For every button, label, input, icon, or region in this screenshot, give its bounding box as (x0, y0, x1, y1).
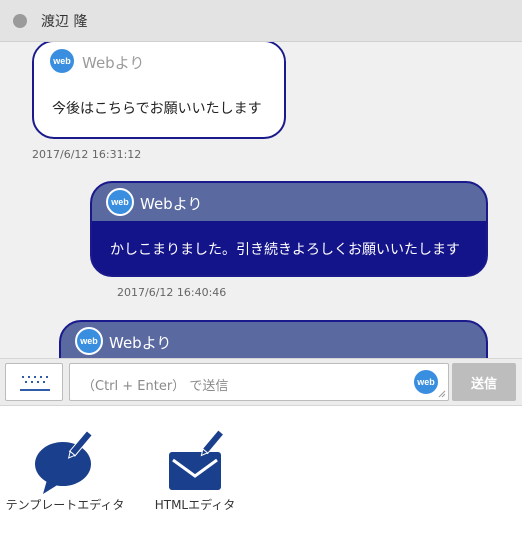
chat-header: 渡辺 隆 (0, 0, 522, 42)
web-icon: web (48, 47, 76, 75)
message-channel: Webより (109, 334, 172, 352)
message-text: かしこまりました。引き続きよろしくお願いいたします (110, 241, 460, 258)
composer-bar: （Ctrl + Enter） で送信 web 送信 (0, 358, 522, 406)
web-icon: web (106, 188, 134, 216)
contact-name: 渡辺 隆 (41, 14, 88, 30)
message-timestamp: 2017/6/12 16:40:46 (117, 286, 227, 299)
message-header: web Webより (92, 183, 486, 221)
web-icon: web (75, 327, 103, 355)
message-channel: Webより (140, 195, 203, 213)
status-dot (13, 14, 27, 28)
message-input-placeholder: （Ctrl + Enter） で送信 (82, 379, 229, 394)
message-header: web Webより (34, 42, 284, 80)
keyboard-icon (22, 376, 48, 384)
message-input[interactable]: （Ctrl + Enter） で送信 web (69, 363, 449, 401)
message-list[interactable]: web Webより 今後はこちらでお願いいたします 2017/6/12 16:3… (0, 42, 522, 358)
html-editor-button[interactable]: HTMLエディタ (140, 430, 250, 513)
resize-handle-icon[interactable] (438, 390, 446, 398)
html-editor-icon (169, 430, 225, 490)
editor-toolbar: テンプレートエディタ HTMLエディタ (0, 406, 522, 543)
message-timestamp: 2017/6/12 16:31:12 (32, 148, 142, 161)
message-bubble-outgoing: web Webより (59, 320, 488, 358)
keyboard-toggle-button[interactable] (5, 363, 63, 401)
html-editor-label: HTMLエディタ (154, 498, 236, 512)
send-button[interactable]: 送信 (452, 363, 516, 401)
keyboard-spacebar (20, 389, 50, 391)
message-text: 今後はこちらでお願いいたします (52, 101, 262, 117)
channel-web-icon[interactable]: web (412, 368, 440, 396)
message-channel: Webより (82, 54, 145, 72)
template-editor-button[interactable]: テンプレートエディタ (0, 430, 130, 513)
template-editor-icon (35, 430, 93, 494)
template-editor-label: テンプレートエディタ (5, 498, 125, 512)
message-bubble-incoming: web Webより 今後はこちらでお願いいたします (32, 42, 286, 139)
message-bubble-outgoing: web Webより かしこまりました。引き続きよろしくお願いいたします (90, 181, 488, 277)
message-header: web Webより (61, 322, 486, 358)
